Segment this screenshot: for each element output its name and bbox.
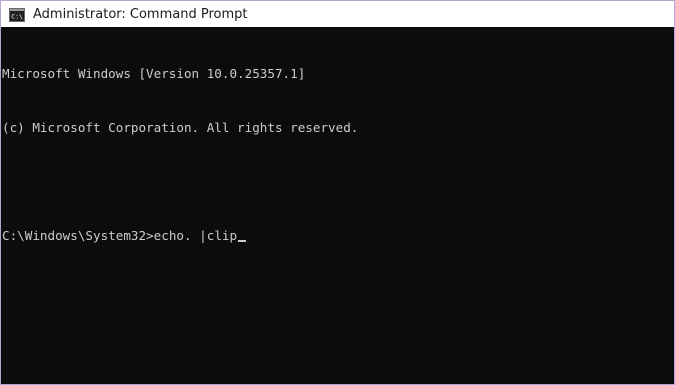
- console-line-blank: [2, 173, 674, 191]
- command-input[interactable]: echo. |clip: [154, 228, 237, 243]
- console-line-version: Microsoft Windows [Version 10.0.25357.1]: [2, 66, 306, 81]
- command-line[interactable]: C:\Windows\System32>echo. |clip: [2, 227, 674, 245]
- console-line-copyright: (c) Microsoft Corporation. All rights re…: [2, 120, 359, 135]
- cmd-console-icon: C:\: [9, 7, 25, 22]
- svg-text:C:\: C:\: [11, 13, 23, 21]
- command-prompt-path: C:\Windows\System32>: [2, 228, 154, 243]
- text-cursor: [238, 240, 247, 242]
- title-bar[interactable]: C:\ Administrator: Command Prompt: [1, 1, 674, 27]
- console-output[interactable]: Microsoft Windows [Version 10.0.25357.1]…: [1, 27, 674, 384]
- command-prompt-window: C:\ Administrator: Command Prompt Micros…: [0, 0, 675, 385]
- window-title: Administrator: Command Prompt: [33, 6, 248, 22]
